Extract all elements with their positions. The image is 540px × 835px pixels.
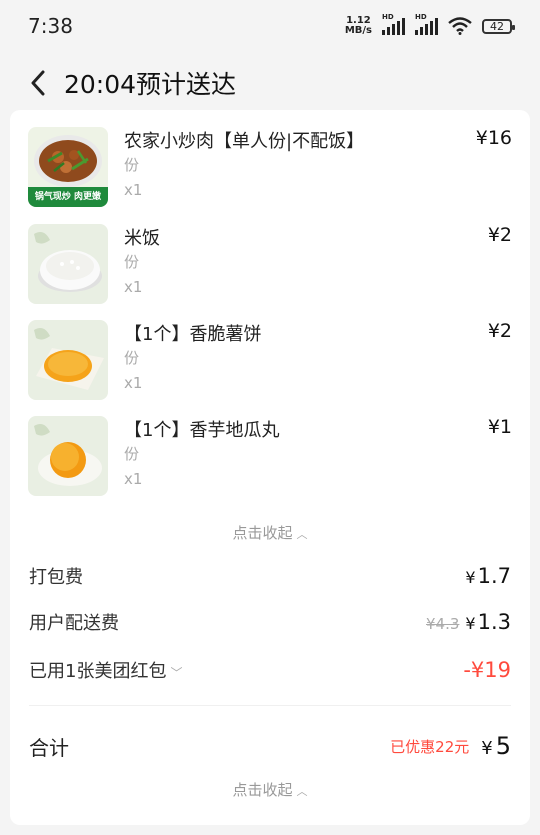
item-quantity: x1 [124,470,143,488]
item-unit: 份 [124,349,140,367]
item-price: ¥2 [487,224,512,246]
delivery-fee-row: 用户配送费 ¥4.3 ¥1.3 [29,607,511,637]
signal-icon: HD [382,13,405,35]
chevron-down-icon: ﹀ [170,666,183,680]
wifi-icon [448,17,472,35]
total-value: ¥5 [481,732,511,760]
item-price: ¥16 [475,127,512,149]
divider [29,705,511,706]
signal-icon-2: HD [415,13,438,35]
dish-image-taro-ball [28,416,108,496]
status-icons: 1.12 MB/s HD HD 42 [344,13,515,36]
packing-fee-row: 打包费 ¥1.7 [29,561,511,591]
collapse-label: 点击收起 [232,781,293,799]
coupon-row[interactable]: 已用1张美团红包 ﹀ -¥19 [29,655,511,685]
dish-image-stir-fried-pork: 锅气现炒 肉更嫩 [28,127,108,207]
collapse-summary-button[interactable]: 点击收起 ︿ [10,779,530,800]
thumb-caption: 锅气现炒 肉更嫩 [34,192,102,202]
page-header: 20:04预计送达 [0,55,540,110]
status-time: 7:38 [28,14,73,38]
chevron-up-icon: ︿ [296,785,308,798]
total-right: 已优惠22元 ¥5 [390,732,511,760]
item-price: ¥1 [487,416,512,438]
coupon-label[interactable]: 已用1张美团红包 ﹀ [29,657,182,683]
total-row: 合计 已优惠22元 ¥5 [29,730,511,762]
discount-text: 已优惠22元 [390,737,470,756]
item-name: 米饭 [124,228,160,249]
order-item[interactable]: 锅气现炒 肉更嫩 农家小炒肉【单人份|不配饭】 份 x1 ¥16 [28,127,512,209]
item-quantity: x1 [124,278,143,296]
item-name: 农家小炒肉【单人份|不配饭】 [124,131,365,152]
item-unit: 份 [124,156,140,174]
delivery-original-price: ¥4.3 [426,615,460,633]
dish-image-hash-brown [28,320,108,400]
item-name: 【1个】香脆薯饼 [124,324,262,345]
status-bar: 7:38 1.12 MB/s HD HD 42 [0,0,540,52]
order-item[interactable]: 【1个】香芋地瓜丸 份 x1 ¥1 [28,416,512,498]
item-quantity: x1 [124,181,143,199]
delivery-fee-value: ¥4.3 ¥1.3 [426,610,511,634]
dish-image-rice [28,224,108,304]
order-item[interactable]: 米饭 份 x1 ¥2 [28,224,512,306]
item-name: 【1个】香芋地瓜丸 [124,420,280,441]
network-speed: 1.12 MB/s [344,15,372,36]
total-label: 合计 [29,735,69,760]
chevron-up-icon: ︿ [296,528,308,541]
item-unit: 份 [124,445,140,463]
collapse-items-button[interactable]: 点击收起 ︿ [10,522,530,543]
order-detail-card: 锅气现炒 肉更嫩 农家小炒肉【单人份|不配饭】 份 x1 ¥16 米饭 份 x1… [10,110,530,825]
order-item[interactable]: 【1个】香脆薯饼 份 x1 ¥2 [28,320,512,402]
collapse-label: 点击收起 [232,524,293,542]
item-price: ¥2 [487,320,512,342]
item-unit: 份 [124,253,140,271]
battery-icon: 42 [482,18,515,34]
packing-fee-label: 打包费 [29,567,83,588]
page-title: 20:04预计送达 [64,69,237,99]
back-arrow-icon[interactable] [30,70,50,96]
coupon-value: -¥19 [463,658,511,682]
packing-fee-value: ¥1.7 [465,564,511,588]
item-quantity: x1 [124,374,143,392]
delivery-fee-label: 用户配送费 [29,613,119,634]
